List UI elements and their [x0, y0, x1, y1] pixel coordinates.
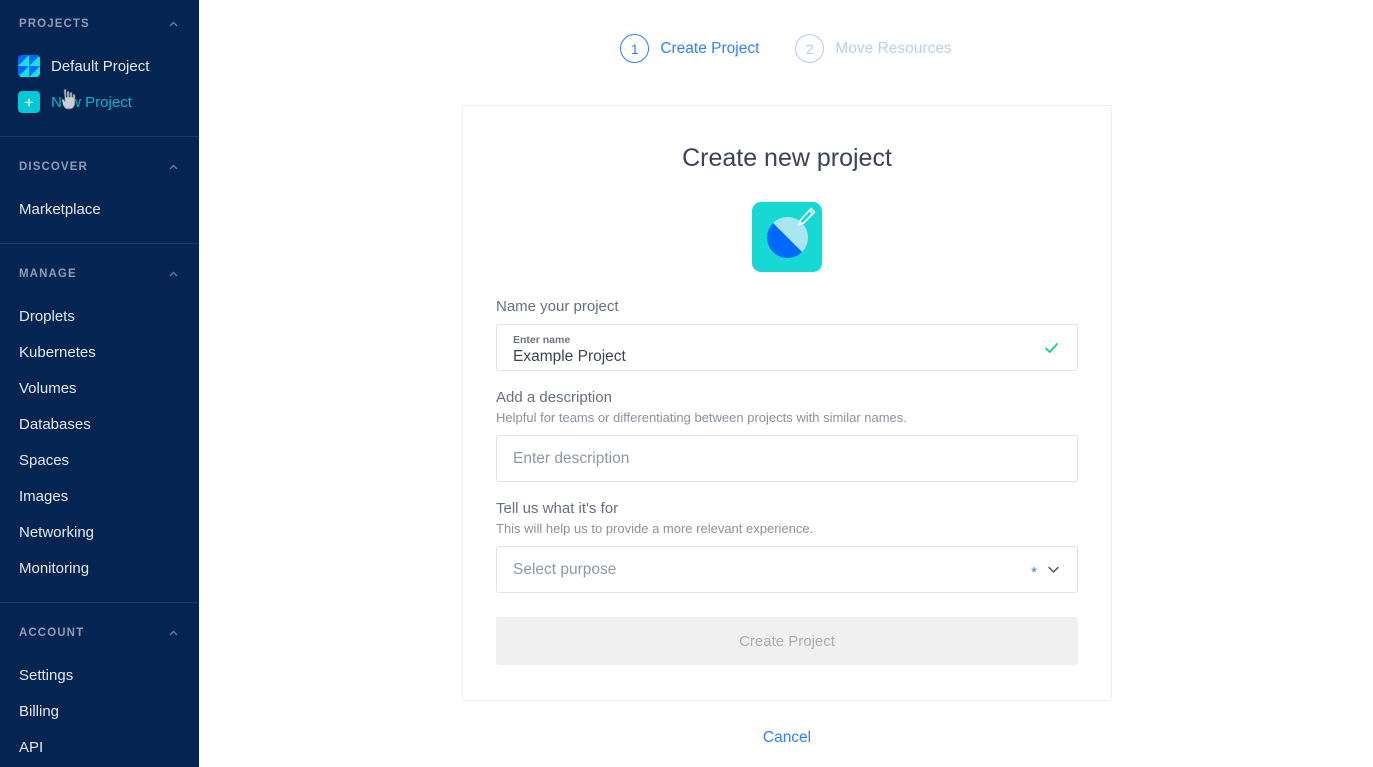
step-move-resources[interactable]: 2 Move Resources [795, 34, 951, 63]
main-content: 1 Create Project 2 Move Resources Create… [199, 0, 1373, 767]
sidebar-item-monitoring[interactable]: Monitoring [0, 550, 199, 586]
sidebar-section-manage: MANAGE Droplets Kubernetes Volumes Datab… [0, 243, 199, 602]
sidebar-item-api[interactable]: API [0, 729, 199, 765]
sidebar-item-label: API [19, 739, 43, 756]
step-indicator: 1 Create Project 2 Move Resources [199, 0, 1373, 63]
app-root: PROJECTS Default Project + New Project [0, 0, 1373, 767]
sidebar-item-label: Billing [19, 703, 59, 720]
page-title: Create new project [463, 144, 1111, 173]
required-asterisk: * [1031, 568, 1037, 578]
chevron-up-icon[interactable] [167, 18, 180, 31]
sidebar-section-header-manage[interactable]: MANAGE [0, 260, 199, 288]
purpose-select-placeholder: Select purpose [513, 561, 616, 579]
pencil-icon [794, 205, 818, 229]
sidebar-section-projects: PROJECTS Default Project + New Project [0, 0, 199, 136]
sidebar-section-title: MANAGE [19, 268, 77, 280]
step-number: 2 [795, 34, 824, 63]
create-project-form: Name your project Enter name Example Pro… [463, 298, 1111, 665]
sidebar-item-label: Marketplace [19, 201, 101, 218]
default-project-icon [18, 55, 40, 77]
sidebar-section-header-account[interactable]: ACCOUNT [0, 619, 199, 647]
sidebar-section-title: ACCOUNT [19, 627, 84, 639]
project-purpose-select[interactable]: Select purpose * [496, 546, 1078, 593]
step-number: 1 [620, 34, 649, 63]
description-field-label: Add a description [496, 389, 1078, 406]
description-input-placeholder: Enter description [513, 450, 629, 468]
step-label: Move Resources [835, 40, 951, 58]
sidebar-section-title: PROJECTS [19, 18, 90, 30]
sidebar-item-droplets[interactable]: Droplets [0, 298, 199, 334]
sidebar-item-label: Spaces [19, 452, 69, 469]
sidebar-section-account: ACCOUNT Settings Billing API [0, 602, 199, 765]
sidebar-item-volumes[interactable]: Volumes [0, 370, 199, 406]
check-icon [1043, 339, 1060, 356]
sidebar-item-label: New Project [51, 94, 132, 111]
chevron-up-icon[interactable] [167, 268, 180, 281]
description-field-help: Helpful for teams or differentiating bet… [496, 410, 1078, 425]
step-create-project[interactable]: 1 Create Project [620, 34, 759, 63]
sidebar-item-images[interactable]: Images [0, 478, 199, 514]
step-label: Create Project [660, 40, 759, 58]
avatar-container [463, 202, 1111, 272]
sidebar-item-label: Kubernetes [19, 344, 96, 361]
purpose-field-label: Tell us what it's for [496, 500, 1078, 517]
sidebar-item-kubernetes[interactable]: Kubernetes [0, 334, 199, 370]
sidebar-item-spaces[interactable]: Spaces [0, 442, 199, 478]
sidebar-item-label: Monitoring [19, 560, 89, 577]
sidebar-item-databases[interactable]: Databases [0, 406, 199, 442]
create-project-card: Create new project Name your project [462, 105, 1112, 701]
select-adornments: * [1031, 562, 1061, 577]
sidebar-item-label: Networking [19, 524, 94, 541]
project-avatar-edit-icon[interactable] [752, 202, 822, 272]
chevron-up-icon[interactable] [167, 161, 180, 174]
project-name-input[interactable]: Enter name Example Project [496, 324, 1078, 371]
sidebar-section-title: DISCOVER [19, 161, 88, 173]
purpose-field-help: This will help us to provide a more rele… [496, 521, 1078, 536]
project-description-input[interactable]: Enter description [496, 435, 1078, 482]
sidebar-section-header-discover[interactable]: DISCOVER [0, 153, 199, 181]
sidebar-item-marketplace[interactable]: Marketplace [0, 191, 199, 227]
sidebar-item-default-project[interactable]: Default Project [0, 48, 199, 84]
name-input-value: Example Project [513, 347, 626, 366]
sidebar-item-label: Databases [19, 416, 91, 433]
cancel-button[interactable]: Cancel [763, 729, 811, 746]
sidebar-section-discover: DISCOVER Marketplace [0, 136, 199, 243]
chevron-up-icon[interactable] [167, 627, 180, 640]
sidebar-item-new-project[interactable]: + New Project [0, 84, 199, 120]
plus-icon: + [18, 91, 40, 113]
sidebar-item-networking[interactable]: Networking [0, 514, 199, 550]
sidebar-item-label: Droplets [19, 308, 75, 325]
cancel-container: Cancel [462, 701, 1112, 747]
sidebar: PROJECTS Default Project + New Project [0, 0, 199, 767]
chevron-down-icon[interactable] [1046, 562, 1061, 577]
sidebar-item-settings[interactable]: Settings [0, 657, 199, 693]
sidebar-item-label: Images [19, 488, 68, 505]
name-input-floating-label: Enter name [513, 334, 570, 346]
sidebar-item-label: Default Project [51, 58, 149, 75]
sidebar-section-header-projects[interactable]: PROJECTS [0, 10, 199, 38]
create-project-button[interactable]: Create Project [496, 617, 1078, 665]
sidebar-item-label: Settings [19, 667, 73, 684]
name-field-label: Name your project [496, 298, 1078, 315]
sidebar-item-billing[interactable]: Billing [0, 693, 199, 729]
sidebar-item-label: Volumes [19, 380, 77, 397]
